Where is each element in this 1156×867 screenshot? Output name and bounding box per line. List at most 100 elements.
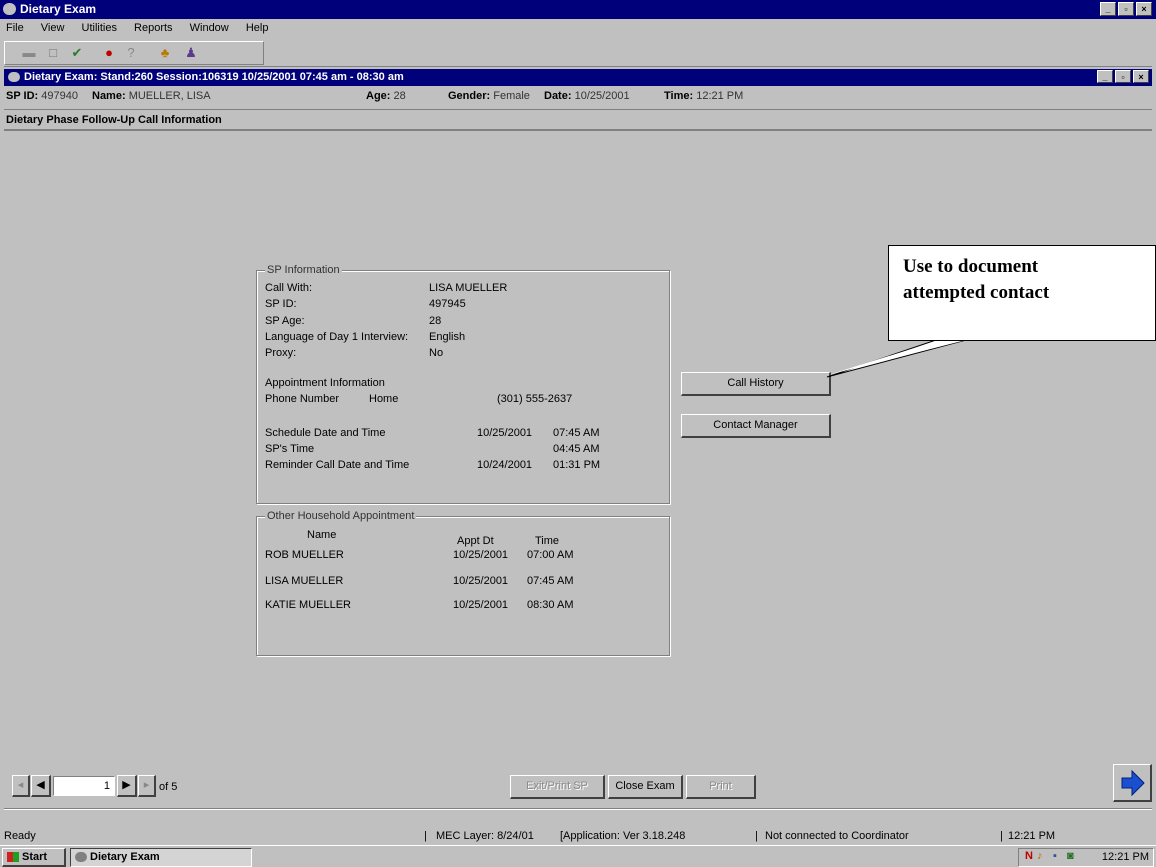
menu-file[interactable]: File bbox=[6, 22, 24, 34]
household-time: 08:30 AM bbox=[527, 599, 574, 611]
time-value: 12:21 PM bbox=[696, 90, 744, 102]
menu-help[interactable]: Help bbox=[246, 22, 269, 34]
start-label: Start bbox=[22, 851, 48, 863]
age-value: 28 bbox=[393, 90, 406, 102]
status-connection: Not connected to Coordinator bbox=[765, 830, 909, 842]
scheduler-icon[interactable]: ◙ bbox=[1067, 850, 1074, 862]
tool-people-icon[interactable]: ♣ bbox=[154, 42, 176, 64]
child-close-button[interactable]: × bbox=[1133, 70, 1149, 83]
print-button[interactable]: Print bbox=[686, 775, 756, 799]
callout-line1: Use to document bbox=[903, 256, 1039, 277]
name-label: Name: bbox=[92, 90, 126, 102]
sp-header: SP ID: 497940 Name: MUELLER, LISA Age: 2… bbox=[4, 87, 1152, 107]
tool-stop-icon[interactable]: ● bbox=[98, 42, 120, 64]
menu-bar: File View Utilities Reports Window Help bbox=[6, 22, 282, 38]
schedule-label: Schedule Date and Time bbox=[265, 427, 386, 439]
household-time: 07:00 AM bbox=[527, 549, 574, 561]
page-number-input[interactable]: 1 bbox=[53, 776, 115, 796]
menu-window[interactable]: Window bbox=[190, 22, 229, 34]
status-time: 12:21 PM bbox=[1008, 830, 1056, 842]
menu-reports[interactable]: Reports bbox=[134, 22, 173, 34]
app-icon bbox=[3, 3, 16, 15]
language-value: English bbox=[429, 331, 466, 343]
household-date: 10/25/2001 bbox=[453, 599, 509, 611]
page-of-label: of 5 bbox=[159, 781, 178, 793]
taskbar: Start Dietary Exam N ♪ ▪ ◙ 12:21 PM bbox=[0, 845, 1156, 867]
sp-time-label: SP's Time bbox=[265, 443, 315, 455]
call-with-value: LISA MUELLER bbox=[429, 282, 508, 294]
household-date: 10/25/2001 bbox=[453, 575, 509, 587]
name-value: MUELLER, LISA bbox=[128, 90, 211, 102]
prev-page-button[interactable]: ◀ bbox=[31, 775, 51, 797]
section-header: Dietary Phase Follow-Up Call Information bbox=[4, 109, 1152, 131]
sp-id-value: 497940 bbox=[41, 90, 78, 102]
household-name: ROB MUELLER bbox=[265, 549, 344, 561]
language-label: Language of Day 1 Interview: bbox=[265, 331, 409, 343]
callout-box: Use to document attempted contact bbox=[888, 245, 1156, 341]
toolbar: ▬ □ ✔ ● ? ♣ ♟ bbox=[4, 39, 1152, 67]
household-time: 07:45 AM bbox=[527, 575, 574, 587]
sp-id-label: SP ID: bbox=[6, 90, 39, 102]
volume-icon[interactable]: ♪ bbox=[1037, 850, 1043, 862]
status-mec-layer: MEC Layer: 8/24/01 bbox=[436, 830, 534, 842]
system-tray: N ♪ ▪ ◙ 12:21 PM bbox=[1018, 848, 1154, 867]
status-bar: Ready | MEC Layer: 8/24/01 [Application:… bbox=[4, 830, 1056, 842]
app-title-bar: Dietary Exam _ ▫ × bbox=[0, 0, 1156, 19]
page-number-value: 1 bbox=[103, 780, 110, 792]
child-minimize-button[interactable]: _ bbox=[1097, 70, 1113, 83]
app-task-icon bbox=[75, 852, 87, 863]
phone-type: Home bbox=[369, 393, 399, 405]
next-page-button[interactable]: ▶ bbox=[117, 775, 137, 797]
sp-age-label: SP Age: bbox=[265, 315, 305, 327]
tool-person-icon[interactable]: ♟ bbox=[180, 42, 202, 64]
restore-button[interactable]: ▫ bbox=[1118, 2, 1134, 16]
col-date-header: Appt Dt bbox=[457, 535, 494, 547]
phone-number-value: (301) 555-2637 bbox=[497, 393, 573, 405]
taskbar-item-dietary-exam[interactable]: Dietary Exam bbox=[70, 848, 252, 867]
close-exam-button[interactable]: Close Exam bbox=[608, 775, 683, 799]
child-window-icon bbox=[8, 72, 20, 82]
tool-check-icon[interactable]: ✔ bbox=[66, 42, 88, 64]
household-legend: Other Household Appointment bbox=[265, 510, 417, 522]
network-icon[interactable]: ▪ bbox=[1053, 850, 1057, 862]
callout-line2: attempted contact bbox=[903, 282, 1050, 303]
age-label: Age: bbox=[366, 90, 391, 102]
bottom-divider bbox=[4, 808, 1152, 810]
schedule-date: 10/25/2001 bbox=[477, 427, 533, 439]
date-value: 10/25/2001 bbox=[574, 90, 630, 102]
start-button[interactable]: Start bbox=[2, 848, 66, 867]
antivirus-icon[interactable]: N bbox=[1025, 850, 1033, 862]
household-name: KATIE MUELLER bbox=[265, 599, 351, 611]
proxy-value: No bbox=[429, 347, 444, 359]
sp-age-value: 28 bbox=[429, 315, 442, 327]
arrow-right-icon bbox=[1121, 769, 1145, 797]
contact-manager-button[interactable]: Contact Manager bbox=[681, 414, 831, 438]
next-arrow-button[interactable] bbox=[1113, 764, 1152, 802]
menu-utilities[interactable]: Utilities bbox=[82, 22, 117, 34]
child-window-title-bar: Dietary Exam: Stand:260 Session:106319 1… bbox=[4, 69, 1152, 86]
schedule-time: 07:45 AM bbox=[553, 427, 600, 439]
close-button[interactable]: × bbox=[1136, 2, 1152, 16]
exit-print-sp-button[interactable]: Exit/Print SP bbox=[510, 775, 605, 799]
minimize-button[interactable]: _ bbox=[1100, 2, 1116, 16]
col-time-header: Time bbox=[535, 535, 560, 547]
gender-label: Gender: bbox=[448, 90, 491, 102]
col-name-header: Name bbox=[307, 529, 337, 541]
time-label: Time: bbox=[664, 90, 694, 102]
tool-open-icon[interactable]: ▬ bbox=[18, 42, 40, 64]
household-group: Other Household Appointment Name Appt Dt… bbox=[256, 510, 670, 656]
tool-help-icon[interactable]: ? bbox=[120, 42, 142, 64]
tray-clock: 12:21 PM bbox=[1101, 851, 1149, 863]
first-page-button[interactable]: ◂ bbox=[12, 775, 30, 797]
date-label: Date: bbox=[544, 90, 572, 102]
reminder-time: 01:31 PM bbox=[553, 459, 601, 471]
tool-page-icon[interactable]: □ bbox=[42, 42, 64, 64]
appointment-info-heading: Appointment Information bbox=[265, 377, 385, 389]
reminder-date: 10/24/2001 bbox=[477, 459, 533, 471]
menu-view[interactable]: View bbox=[41, 22, 65, 34]
household-date: 10/25/2001 bbox=[453, 549, 509, 561]
taskbar-item-label: Dietary Exam bbox=[90, 851, 160, 863]
last-page-button[interactable]: ▸ bbox=[138, 775, 156, 797]
child-restore-button[interactable]: ▫ bbox=[1115, 70, 1131, 83]
sp-information-legend: SP Information bbox=[265, 264, 342, 276]
